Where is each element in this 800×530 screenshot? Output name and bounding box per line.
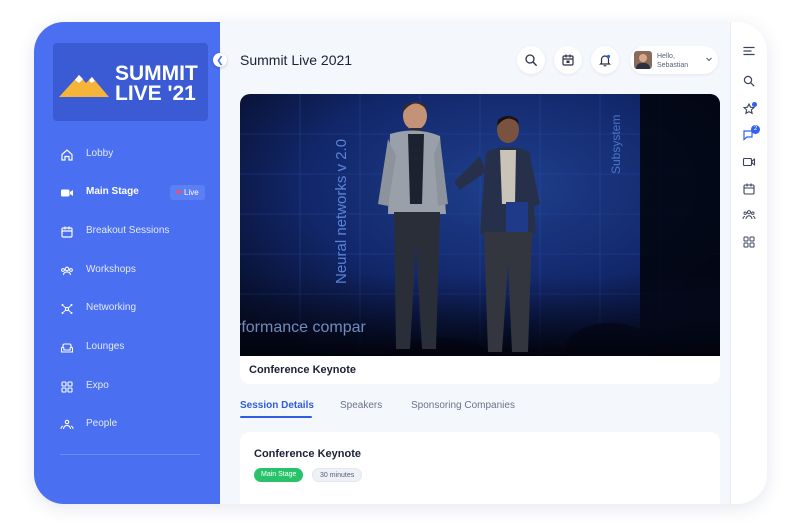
chevron-left-icon: ❮ [216,55,224,65]
app-window: SUMMIT LIVE '21 Lobby Main Stage Live Br… [34,22,767,504]
duration-tag: 30 minutes [312,468,363,482]
logo-line-1: SUMMIT [115,62,198,85]
screen-text-subsystem: Subsystem [609,115,623,174]
stage-tag: Main Stage [254,468,304,482]
user-greeting: Hello, Sebastian [657,52,688,70]
chat-count-badge: 2 [751,125,760,134]
tab-session-details[interactable]: Session Details [240,400,314,411]
sidebar-item-label: People [86,418,118,429]
calendar-button[interactable] [554,46,582,74]
right-rail: 2 [730,22,767,504]
sidebar-item-main-stage[interactable]: Main Stage Live [34,180,220,206]
video-player[interactable]: Neural networks v 2.0 Subsystem rformanc… [240,94,720,356]
sidebar-divider [60,454,200,455]
collapse-sidebar-button[interactable]: ❮ [213,53,227,67]
live-badge: Live [170,185,205,200]
logo-text: SUMMIT LIVE '21 [115,62,198,105]
sidebar-item-label: Lounges [86,341,125,352]
greeting-text: Hello, [657,53,675,60]
sidebar-item-label: Lobby [86,148,114,159]
people-icon [60,419,74,430]
video-card: Neural networks v 2.0 Subsystem rformanc… [240,94,720,384]
sidebar-item-label: Main Stage [86,186,139,197]
star-notification-dot [752,102,757,107]
tab-sponsoring-companies[interactable]: Sponsoring Companies [411,400,515,411]
video-camera-icon [61,189,73,197]
bell-icon [599,54,611,67]
sidebar-item-expo[interactable]: Expo [34,374,220,400]
sidebar-item-lobby[interactable]: Lobby [34,142,220,168]
page-title: Summit Live 2021 [240,52,353,68]
sidebar-item-label: Breakout Sessions [86,225,170,236]
avatar [634,51,652,69]
logo-line-2: LIVE '21 [115,82,196,105]
people-icon[interactable] [742,208,756,222]
sidebar-item-people[interactable]: People [34,412,220,438]
notifications-button[interactable] [591,46,619,74]
video-caption: Conference Keynote [249,364,356,376]
screen-text-vertical: Neural networks v 2.0 [333,139,350,284]
menu-icon[interactable] [742,44,756,58]
sidebar-item-label: Expo [86,380,109,391]
calendar-icon[interactable] [742,182,756,196]
screen-text-bottom: rformance compar [240,319,366,336]
session-title: Conference Keynote [254,448,361,460]
sidebar-item-label: Workshops [86,264,136,275]
main-content: Summit Live 2021 Hello, Sebastian Neural… [220,22,730,504]
grid-icon [61,381,73,393]
search-icon [525,54,537,66]
video-icon[interactable] [742,155,756,169]
couch-icon [60,343,74,353]
live-dot-icon [177,190,181,194]
search-button[interactable] [517,46,545,74]
keynote-video-frame: Neural networks v 2.0 Subsystem rformanc… [240,94,720,356]
user-name-text: Sebastian [657,62,689,69]
grid-icon[interactable] [742,235,756,249]
sidebar: SUMMIT LIVE '21 Lobby Main Stage Live Br… [34,22,220,504]
active-tab-indicator [240,416,312,418]
home-icon [61,149,73,161]
live-badge-label: Live [184,188,199,197]
tab-speakers[interactable]: Speakers [340,400,382,411]
calendar-icon [61,226,73,238]
sidebar-item-workshops[interactable]: Workshops [34,258,220,284]
mountain-logo-icon [59,75,109,97]
sidebar-item-networking[interactable]: Networking [34,296,220,322]
user-menu[interactable]: Hello, Sebastian [630,46,718,74]
chevron-down-icon [706,57,712,62]
network-icon [61,304,73,314]
sidebar-item-label: Networking [86,302,137,313]
group-icon [61,266,73,276]
sidebar-item-lounges[interactable]: Lounges [34,335,220,361]
session-details-card: Conference Keynote Main Stage 30 minutes [240,432,720,504]
sidebar-item-breakout-sessions[interactable]: Breakout Sessions [34,219,220,245]
search-icon[interactable] [742,74,756,88]
event-logo[interactable]: SUMMIT LIVE '21 [53,43,208,121]
calendar-icon [562,54,574,66]
